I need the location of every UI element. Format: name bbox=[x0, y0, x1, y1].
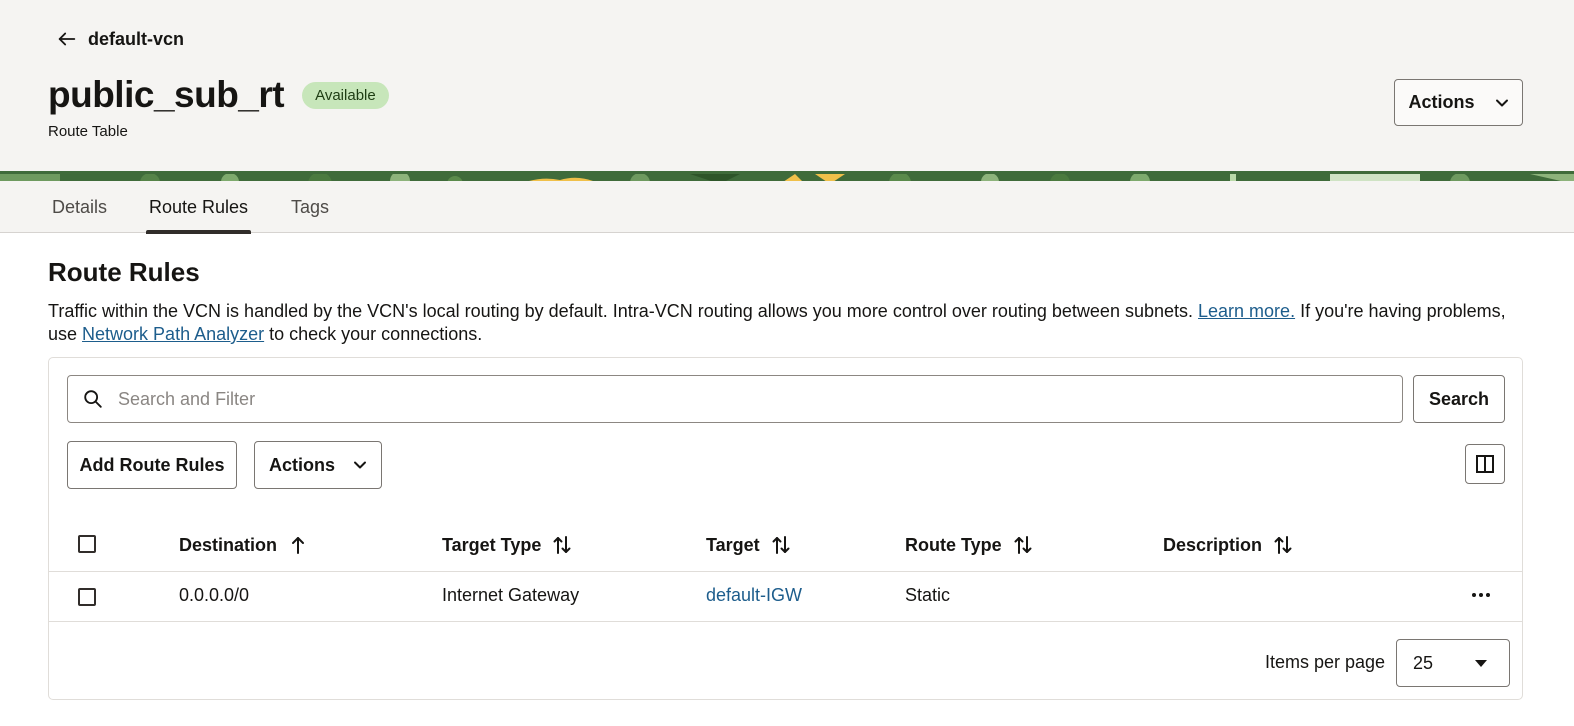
resource-type-label: Route Table bbox=[48, 123, 128, 140]
cell-target-link[interactable]: default-IGW bbox=[706, 583, 802, 607]
column-header-label: Destination bbox=[179, 534, 278, 555]
search-box[interactable] bbox=[67, 375, 1403, 423]
column-settings-button[interactable] bbox=[1465, 444, 1505, 484]
column-header-label: Description bbox=[1163, 534, 1263, 555]
menu-dot bbox=[1486, 593, 1490, 597]
description-text-3: to check your connections. bbox=[264, 324, 483, 344]
tab-tags[interactable]: Tags bbox=[291, 181, 329, 233]
sort-ascending-icon bbox=[292, 537, 305, 554]
add-route-rules-button[interactable]: Add Route Rules bbox=[67, 441, 237, 489]
items-per-page-select[interactable]: 25 bbox=[1396, 639, 1510, 687]
network-path-analyzer-link[interactable]: Network Path Analyzer bbox=[82, 324, 264, 344]
table-actions-label: Actions bbox=[268, 454, 335, 475]
tab-details[interactable]: Details bbox=[52, 181, 107, 233]
page-header: default-vcn public_sub_rt Available Rout… bbox=[0, 0, 1574, 171]
learn-more-link[interactable]: Learn more. bbox=[1198, 301, 1295, 321]
search-input[interactable] bbox=[118, 388, 1318, 410]
row-divider bbox=[49, 621, 1522, 622]
sort-icon bbox=[772, 536, 790, 554]
section-title: Route Rules bbox=[48, 257, 200, 287]
route-rules-panel: Search Add Route Rules Actions Destinati… bbox=[48, 357, 1523, 700]
column-header-destination[interactable]: Destination bbox=[179, 530, 307, 560]
cell-destination: 0.0.0.0/0 bbox=[179, 584, 250, 605]
row-actions-menu-icon[interactable] bbox=[1467, 585, 1495, 605]
decorative-banner bbox=[0, 171, 1574, 181]
header-actions-button[interactable]: Actions bbox=[1394, 79, 1523, 126]
sort-icon bbox=[1274, 536, 1292, 554]
column-header-route-type[interactable]: Route Type bbox=[905, 530, 1032, 560]
column-header-label: Route Type bbox=[905, 534, 1002, 555]
menu-dot bbox=[1472, 593, 1476, 597]
chevron-down-icon bbox=[1495, 99, 1508, 106]
back-link-label: default-vcn bbox=[88, 28, 185, 49]
title-row: public_sub_rt Available bbox=[48, 74, 389, 116]
tab-route-rules[interactable]: Route Rules bbox=[145, 181, 252, 234]
column-header-target[interactable]: Target bbox=[706, 530, 790, 560]
items-per-page-value: 25 bbox=[1413, 652, 1434, 673]
status-badge: Available bbox=[302, 81, 389, 109]
column-header-label: Target Type bbox=[442, 534, 542, 555]
sort-icon bbox=[553, 536, 571, 554]
arrow-left-icon bbox=[58, 32, 76, 46]
columns-icon bbox=[1476, 455, 1494, 473]
section-description: Traffic within the VCN is handled by the… bbox=[48, 300, 1528, 346]
column-header-target-type[interactable]: Target Type bbox=[442, 530, 571, 560]
select-all-checkbox[interactable] bbox=[78, 535, 96, 553]
sort-icon bbox=[1014, 536, 1032, 554]
header-actions-label: Actions bbox=[1408, 92, 1475, 112]
back-link[interactable]: default-vcn bbox=[56, 28, 184, 50]
search-button[interactable]: Search bbox=[1413, 375, 1505, 423]
banner-pattern bbox=[0, 171, 1574, 181]
caret-down-icon bbox=[1475, 660, 1487, 667]
search-icon bbox=[84, 390, 102, 408]
items-per-page-label: Items per page bbox=[1265, 652, 1386, 672]
page-title: public_sub_rt bbox=[48, 74, 285, 115]
header-divider bbox=[49, 571, 1522, 572]
row-checkbox[interactable] bbox=[78, 588, 96, 606]
menu-dot bbox=[1479, 593, 1483, 597]
table-actions-button[interactable]: Actions bbox=[254, 441, 382, 489]
column-header-description[interactable]: Description bbox=[1163, 530, 1292, 560]
chevron-down-icon bbox=[354, 461, 366, 469]
description-text-1: Traffic within the VCN is handled by the… bbox=[48, 301, 1199, 321]
cell-route-type: Static bbox=[905, 584, 951, 605]
cell-target-type: Internet Gateway bbox=[442, 584, 580, 605]
column-header-label: Target bbox=[706, 534, 760, 555]
tab-bar: Details Route Rules Tags bbox=[0, 181, 1574, 234]
